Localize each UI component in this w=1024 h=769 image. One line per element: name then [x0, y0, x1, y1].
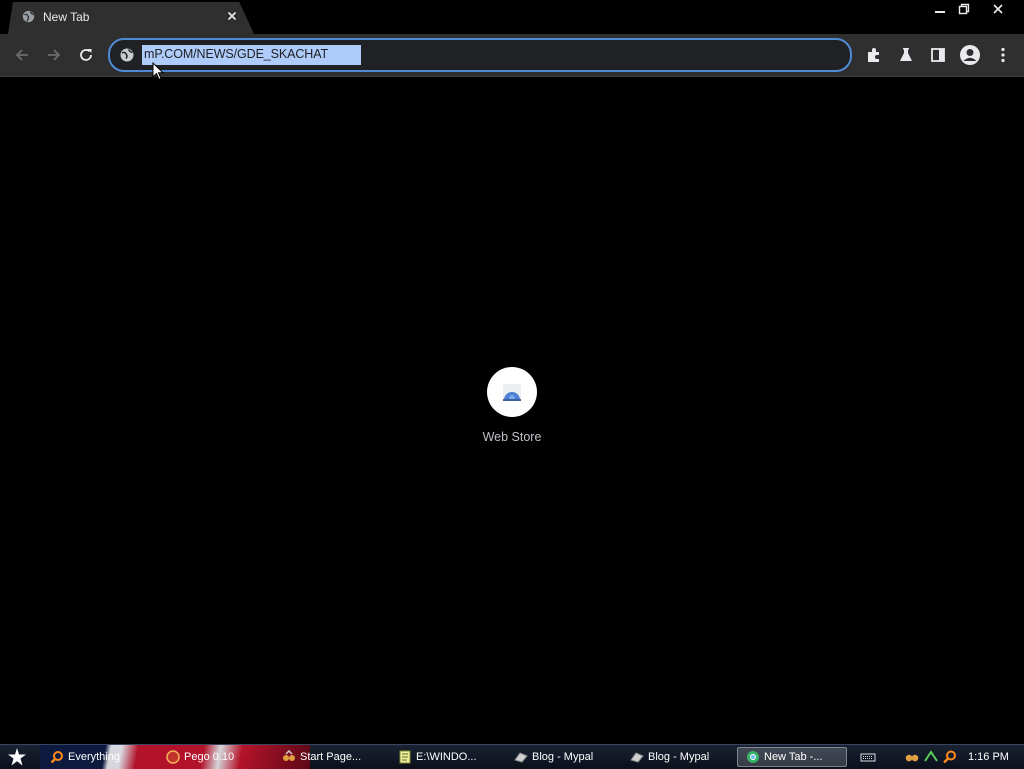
- minimize-icon: [935, 11, 945, 13]
- minimize-button[interactable]: [928, 0, 952, 18]
- start-button[interactable]: [6, 747, 28, 767]
- mouse-cursor-icon: [152, 62, 164, 81]
- taskbar: Everything Pego 0.10 Start Page... E:\WI…: [0, 744, 1024, 769]
- pego-icon: [166, 750, 180, 764]
- taskbar-item-label: Everything: [68, 751, 120, 763]
- taskbar-item-label: E:\WINDO...: [416, 751, 477, 763]
- chrome-icon: [747, 751, 759, 763]
- reload-button[interactable]: [75, 44, 97, 66]
- extensions-puzzle-icon: [868, 48, 879, 62]
- forward-arrow-icon: [48, 49, 61, 61]
- side-panel-button[interactable]: [927, 44, 949, 66]
- taskbar-item-notepad[interactable]: E:\WINDO...: [398, 747, 498, 767]
- back-arrow-icon: [15, 49, 28, 61]
- keyboard-icon[interactable]: [860, 749, 876, 765]
- side-panel-icon: [931, 48, 945, 62]
- shortcut-label[interactable]: Web Store: [462, 430, 562, 444]
- network-icon[interactable]: [923, 749, 939, 765]
- clock[interactable]: 1:16 PM: [968, 751, 1009, 763]
- back-button[interactable]: [11, 44, 33, 66]
- profile-avatar-icon: [960, 45, 980, 65]
- address-bar[interactable]: mP.COM/NEWS/GDE_SKACHAT: [108, 38, 852, 72]
- tab-title: New Tab: [43, 10, 90, 24]
- globe-icon: [22, 10, 35, 23]
- taskbar-item-blog-mypal-2[interactable]: Blog - Mypal: [630, 747, 730, 767]
- more-menu-button[interactable]: [992, 44, 1014, 66]
- forward-button[interactable]: [43, 44, 65, 66]
- close-icon[interactable]: [225, 9, 239, 23]
- browser-window: New Tab mP.COM/NEWS/GDE_SKACHAT Web Stor…: [0, 0, 1024, 744]
- globe-icon[interactable]: [119, 47, 135, 63]
- taskbar-item-blog-mypal-1[interactable]: Blog - Mypal: [514, 747, 614, 767]
- taskbar-item-new-tab[interactable]: New Tab -...: [737, 747, 847, 767]
- restore-button[interactable]: [952, 0, 976, 18]
- taskbar-item-label: Start Page...: [300, 751, 362, 763]
- shortcut-web-store[interactable]: [487, 367, 537, 417]
- taskbar-item-label: Blog - Mypal: [648, 751, 710, 763]
- tab-strip: New Tab: [0, 0, 1024, 34]
- more-menu-icon: [1001, 47, 1005, 63]
- labs-button[interactable]: [895, 44, 917, 66]
- mypal-icon[interactable]: [904, 749, 920, 765]
- web-store-icon: [503, 384, 521, 401]
- close-window-button[interactable]: [986, 0, 1010, 18]
- profile-button[interactable]: [959, 44, 981, 66]
- taskbar-item-pego[interactable]: Pego 0.10: [166, 747, 266, 767]
- address-text[interactable]: mP.COM/NEWS/GDE_SKACHAT: [144, 47, 328, 61]
- taskbar-item-start-page[interactable]: Start Page...: [282, 747, 382, 767]
- reload-icon: [80, 49, 92, 61]
- search-icon: [50, 751, 63, 764]
- mypal-icon: [630, 752, 644, 763]
- mypal-icon: [283, 750, 295, 761]
- labs-flask-icon: [900, 48, 912, 61]
- close-icon: [993, 4, 1003, 14]
- extensions-button[interactable]: [863, 44, 885, 66]
- taskbar-item-label: Pego 0.10: [184, 751, 235, 763]
- search-icon[interactable]: [942, 749, 958, 765]
- restore-icon: [958, 3, 970, 15]
- notepad-icon: [399, 750, 411, 764]
- taskbar-item-label: Blog - Mypal: [532, 751, 594, 763]
- taskbar-item-label: New Tab -...: [764, 751, 823, 763]
- taskbar-item-everything[interactable]: Everything: [50, 747, 150, 767]
- mypal-icon: [514, 752, 528, 763]
